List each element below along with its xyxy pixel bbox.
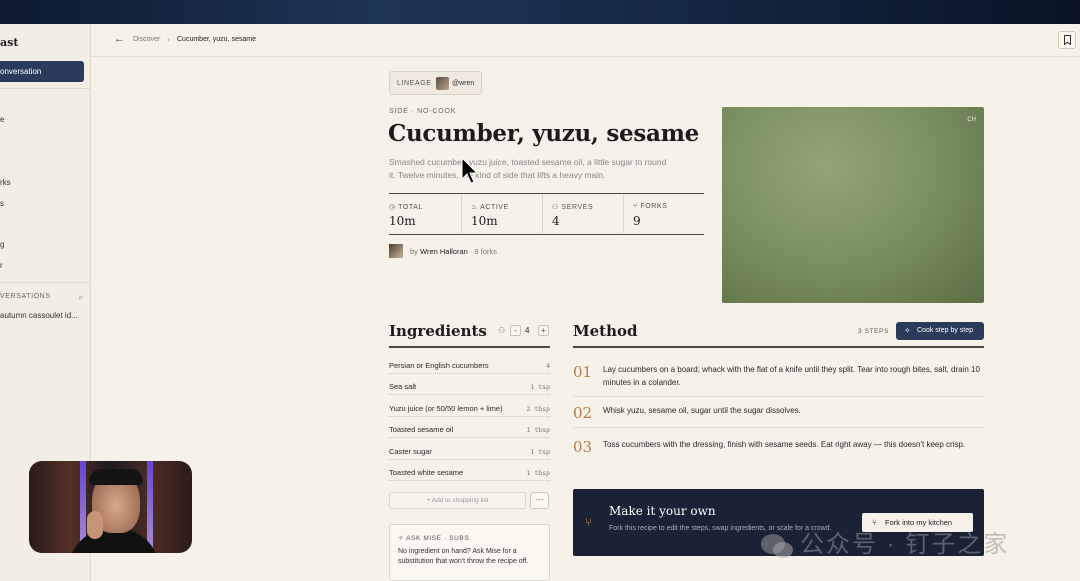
new-conversation-button[interactable]: onversation <box>0 61 84 82</box>
decrease-servings-button[interactable]: - <box>510 325 521 336</box>
ingredient-row: Persian or English cucumbers 4 <box>389 360 550 374</box>
ingredient-row: Yuzu juice (or 50/50 lemon + lime) 2 tbsp <box>389 403 550 417</box>
search-icon[interactable]: ⌕ <box>78 292 84 303</box>
back-arrow-icon[interactable]: ← <box>114 33 125 45</box>
sidebar-item[interactable]: s <box>0 199 4 208</box>
method-step: 03 Toss cucumbers with the dressing, fin… <box>573 438 966 456</box>
sidebar-item[interactable]: g <box>0 240 4 249</box>
wechat-icon <box>761 533 793 558</box>
clock-icon: ◷ <box>389 204 396 211</box>
method-step: 01 Lay cucumbers on a board; whack with … <box>573 363 984 397</box>
sparkle-icon: ✧ <box>398 535 405 542</box>
lineage-label: LINEAGE <box>397 80 432 87</box>
sidebar-item[interactable]: rks <box>0 178 11 187</box>
method-step: 02 Whisk yuzu, sesame oil, sugar until t… <box>573 404 984 428</box>
ingredient-row: Toasted sesame oil 1 tbsp <box>389 424 550 438</box>
ingredient-row: Toasted white sesame 1 tbsp <box>389 467 550 481</box>
servings-value: 4 <box>525 326 530 335</box>
author-name[interactable]: Wren Halloran <box>420 247 468 256</box>
sparkle-icon: ✧ <box>904 326 911 335</box>
conversation-item[interactable]: autumn cassoulet id... <box>0 311 78 320</box>
stat-total: ◷ TOTAL 10m <box>389 204 424 228</box>
breadcrumb-current: Cucumber, yuzu, sesame <box>177 36 256 43</box>
fork-icon: ⑂ <box>633 203 638 210</box>
ask-mise-text: No ingredient on hand? Ask Mise for a su… <box>398 548 529 565</box>
sidebar-item[interactable]: e <box>0 115 4 124</box>
window-top-bar <box>0 0 1080 24</box>
recipe-hero-image: CH <box>722 107 984 303</box>
sidebar-item[interactable]: r <box>0 261 3 270</box>
breadcrumb-discover-link[interactable]: Discover <box>133 36 160 43</box>
fork-panel-title: Make it your own <box>609 504 716 518</box>
ingredient-row: Sea salt 1 tsp <box>389 381 550 395</box>
avatar <box>436 77 449 90</box>
hero-tag: CH <box>967 117 976 123</box>
webcam-overlay <box>29 461 192 553</box>
recipe-title: Cucumber, yuzu, sesame <box>388 120 699 147</box>
fork-count: · 9 forks <box>469 247 498 256</box>
ask-mise-card[interactable]: ✧ ASK MISE · SUBS No ingredient on hand?… <box>389 524 550 581</box>
sidebar-divider <box>0 282 91 283</box>
sidebar-divider <box>0 88 91 89</box>
author-avatar[interactable] <box>389 244 403 258</box>
breadcrumb: ← Discover › Cucumber, yuzu, sesame <box>91 24 1080 57</box>
mouse-cursor-icon <box>461 157 479 184</box>
add-to-shopping-list-button[interactable]: + Add to shopping list <box>389 492 526 509</box>
app-title: ast <box>0 36 19 49</box>
stat-serves: ⚇ SERVES 4 <box>542 194 623 233</box>
people-icon: ⚇ <box>498 326 506 335</box>
lineage-handle: @wren <box>452 80 475 87</box>
method-heading: Method <box>573 322 638 340</box>
ingredients-heading: Ingredients <box>389 322 487 340</box>
more-options-button[interactable]: ··· <box>530 492 549 509</box>
people-icon: ⚇ <box>552 204 559 211</box>
ingredient-row: Caster sugar 1 tsp <box>389 446 550 460</box>
stat-active: ♨ ACTIVE 10m <box>461 194 542 233</box>
chevron-right-icon: › <box>167 35 170 44</box>
recipe-kicker: SIDE · NO-COOK <box>389 108 457 115</box>
stat-forks: ⑂ FORKS 9 <box>623 194 704 233</box>
bookmark-icon <box>1064 35 1071 45</box>
method-rule <box>573 346 984 348</box>
steps-count: 3 STEPS <box>858 328 889 335</box>
bookmark-button[interactable] <box>1058 31 1076 49</box>
conversations-header: VERSATIONS ⌕ <box>0 292 84 303</box>
increase-servings-button[interactable]: + <box>538 325 549 336</box>
watermark: 公众号 · 钉子之家 <box>760 524 1009 560</box>
flame-icon: ♨ <box>471 204 478 211</box>
recipe-description: Smashed cucumber, yuzu juice, toasted se… <box>389 157 667 180</box>
recipe-stats: ◷ TOTAL 10m ♨ ACTIVE 10m ⚇ SERVES 4 ⑂ FO… <box>389 193 704 235</box>
lineage-chip[interactable]: LINEAGE @wren <box>389 71 482 95</box>
cook-step-by-step-button[interactable]: ✧ Cook step by step <box>896 322 984 340</box>
ingredients-rule <box>389 346 550 348</box>
fork-icon: ⑂ <box>585 515 593 529</box>
